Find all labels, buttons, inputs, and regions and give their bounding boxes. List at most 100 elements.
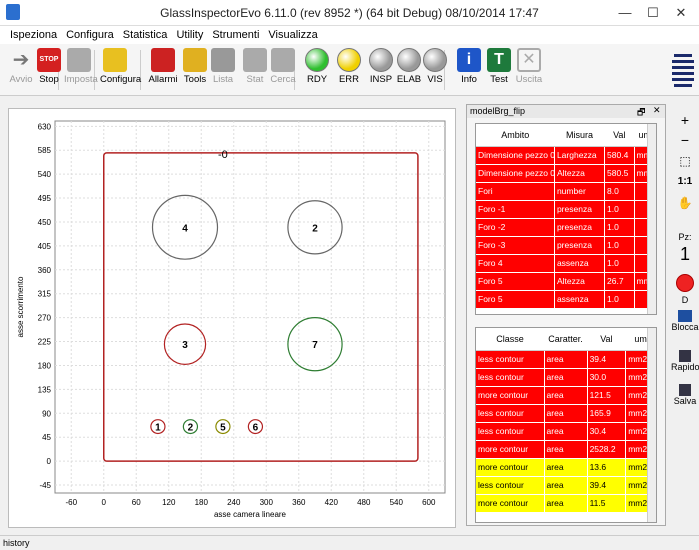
table-row[interactable]: less contour area 30.4 mm2	[476, 422, 656, 441]
table-row[interactable]: Foro -2 presenza 1.0	[476, 218, 656, 237]
info-icon: i	[457, 48, 481, 72]
rapido-label: Rapido	[671, 362, 699, 372]
table-row[interactable]: less contour area 39.4 mm2	[476, 476, 656, 495]
toolbar-tools-button[interactable]: Tools	[180, 48, 210, 85]
toolbar-test-button[interactable]: T Test	[484, 48, 514, 85]
toolbar-configura-button[interactable]: Configura	[100, 48, 142, 85]
floppy-disk-icon	[679, 350, 691, 362]
toolbar-cerca-button[interactable]: Cerca	[268, 48, 298, 85]
table-cell: 30.4	[587, 422, 627, 441]
defect-table-header[interactable]: Classe	[476, 328, 545, 351]
fit-view-icon[interactable]: ⬚	[671, 154, 699, 168]
toolbar-info-button[interactable]: i Info	[454, 48, 484, 85]
y-tick-label: 0	[47, 457, 52, 466]
table-cell: Altezza	[554, 272, 606, 291]
y-tick-label: 495	[38, 194, 52, 203]
menu-strumenti[interactable]: Strumenti	[212, 29, 259, 41]
defect-table[interactable]: Classe Caratter. Val um less contour area 39.4…	[475, 327, 657, 523]
table-cell: area	[544, 422, 588, 441]
plot-area[interactable]: -60 0 60 120 180 240 300 360 420 480 540 600 630 585 5…	[8, 108, 456, 528]
y-tick-label: 360	[38, 266, 52, 275]
table-cell: 26.7	[604, 272, 635, 291]
menu-statistica[interactable]: Statistica	[123, 29, 168, 41]
measure-table-header[interactable]: Ambito	[476, 124, 555, 147]
table-row[interactable]: less contour area 39.4 mm2	[476, 350, 656, 369]
table-row[interactable]: Fori number 8.0	[476, 182, 656, 201]
x-tick-label: -60	[65, 498, 77, 507]
y-tick-label: 135	[38, 385, 52, 394]
table-row[interactable]: more contour area 13.6 mm2	[476, 458, 656, 477]
toolbar-err-button[interactable]: ERR	[334, 48, 364, 85]
toolbar-label: Stat	[246, 74, 264, 85]
y-tick-label: 270	[38, 314, 52, 323]
table-row[interactable]: less contour area 30.0 mm2	[476, 368, 656, 387]
measure-table-scrollbar[interactable]	[647, 124, 656, 314]
measure-panel: modelBrg_flip 🗗 ✕ Ambito Misura Val um Dimen…	[466, 104, 666, 526]
defect-table-header[interactable]: Val	[587, 328, 626, 351]
toolbar-stop-button[interactable]: STOP Stop	[34, 48, 64, 85]
one-to-one-button[interactable]: 1:1	[671, 176, 699, 187]
pan-hand-icon[interactable]: ✋	[671, 196, 699, 210]
table-row[interactable]: more contour area 2528.2 mm2	[476, 440, 656, 459]
measure-table-header[interactable]: Misura	[554, 124, 605, 147]
toolbar-stat-button[interactable]: Stat	[240, 48, 270, 85]
table-cell: less contour	[476, 350, 545, 369]
table-row[interactable]: more contour area 11.5 mm2	[476, 494, 656, 513]
toolbar-label: INSP	[369, 74, 393, 85]
panel-title: modelBrg_flip	[467, 105, 665, 118]
magnifier-icon	[271, 48, 295, 72]
toolbar-imposta-button[interactable]: Imposta	[64, 48, 98, 85]
y-axis-label: asse scorrimento	[16, 276, 25, 337]
menu-ispeziona[interactable]: Ispeziona	[10, 29, 57, 41]
minimize-button[interactable]: —	[614, 0, 636, 26]
measure-table[interactable]: Ambito Misura Val um Dimensione pezzo 0 Largh…	[475, 123, 657, 315]
close-button[interactable]: ✕	[670, 0, 692, 26]
table-row[interactable]: Dimensione pezzo 0 Larghezza 580.4 mm	[476, 146, 656, 165]
toolbar-label: Configura	[100, 74, 142, 85]
table-row[interactable]: Foro 4 assenza 1.0	[476, 254, 656, 273]
table-row[interactable]: Foro -1 presenza 1.0	[476, 200, 656, 219]
defect-table-scrollbar[interactable]	[647, 328, 656, 522]
toolbar-allarmi-button[interactable]: Allarmi	[148, 48, 178, 85]
table-cell: area	[544, 368, 588, 387]
table-cell: Dimensione pezzo 0	[476, 164, 555, 183]
table-row[interactable]: Dimensione pezzo 0 Altezza 580.5 mm	[476, 164, 656, 183]
toolbar-avvio-button[interactable]: ➔ Avvio	[6, 48, 36, 85]
defect-table-header[interactable]: Caratter.	[544, 328, 588, 351]
hole-label: 5	[220, 423, 226, 434]
gray-led-icon	[397, 48, 421, 72]
panel-float-button[interactable]: 🗗	[637, 105, 645, 121]
toolbar-rdy-button[interactable]: RDY	[302, 48, 332, 85]
zoom-out-icon[interactable]: −	[671, 132, 699, 148]
tools-icon	[183, 48, 207, 72]
table-row[interactable]: Foro 5 assenza 1.0	[476, 290, 656, 309]
toolbar-vis-button[interactable]: VIS	[420, 48, 450, 85]
table-cell: 13.6	[587, 458, 627, 477]
toolbar-uscita-button[interactable]: ✕ Uscita	[514, 48, 544, 85]
table-cell: Dimensione pezzo 0	[476, 146, 555, 165]
rapido-button[interactable]: Rapido	[671, 350, 699, 372]
table-row[interactable]: Foro 5 Altezza 26.7 mm	[476, 272, 656, 291]
table-cell: Altezza	[554, 164, 606, 183]
menu-bar: Ispeziona Configura Statistica Utility S…	[0, 26, 699, 44]
salva-button[interactable]: Salva	[671, 384, 699, 406]
menu-utility[interactable]: Utility	[176, 29, 203, 41]
measure-table-header[interactable]: Val	[604, 124, 634, 147]
settings-page-icon	[67, 48, 91, 72]
blocca-button[interactable]: Blocca	[671, 310, 699, 332]
menu-configura[interactable]: Configura	[66, 29, 114, 41]
table-row[interactable]: less contour area 165.9 mm2	[476, 404, 656, 423]
y-tick-label: 90	[42, 409, 51, 418]
gears-icon	[103, 48, 127, 72]
toolbar-lista-button[interactable]: Lista	[208, 48, 238, 85]
panel-close-button[interactable]: ✕	[653, 105, 661, 116]
table-cell: less contour	[476, 422, 545, 441]
x-tick-label: 540	[390, 498, 404, 507]
toolbar-insp-button[interactable]: INSP	[366, 48, 396, 85]
table-row[interactable]: more contour area 121.5 mm2	[476, 386, 656, 405]
maximize-button[interactable]: ☐	[642, 0, 664, 26]
menu-visualizza[interactable]: Visualizza	[268, 29, 317, 41]
table-row[interactable]: Foro -3 presenza 1.0	[476, 236, 656, 255]
yellow-led-icon	[337, 48, 361, 72]
zoom-in-icon[interactable]: +	[671, 112, 699, 128]
